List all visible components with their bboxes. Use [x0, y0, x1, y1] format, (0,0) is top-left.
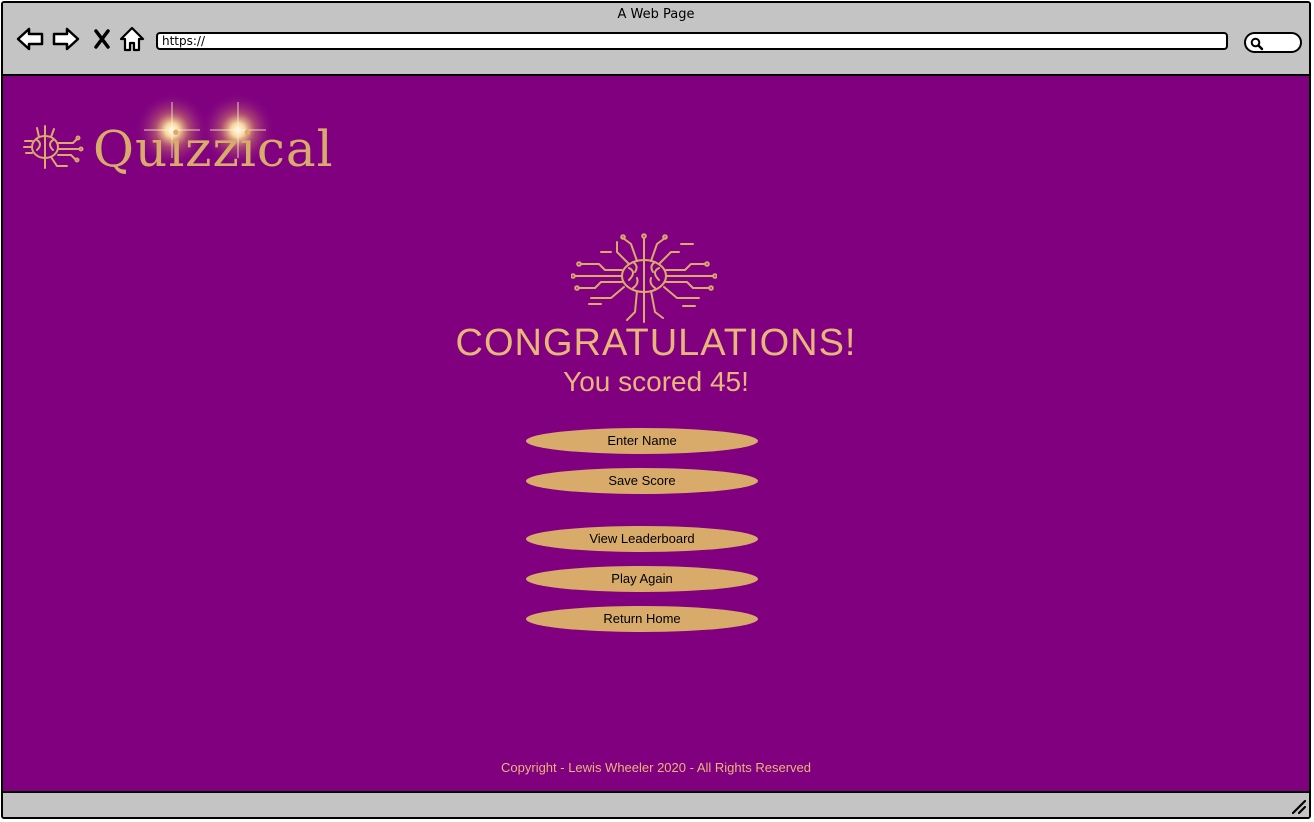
- logo-brain-icon: [23, 125, 84, 169]
- search-button[interactable]: [1244, 32, 1302, 53]
- footer-copyright: Copyright - Lewis Wheeler 2020 - All Rig…: [501, 760, 811, 775]
- logo-wordmark: Quizzical: [93, 120, 334, 178]
- home-icon[interactable]: [117, 25, 147, 53]
- score-text: You scored 45!: [563, 366, 749, 397]
- congratulations-heading: CONGRATULATIONS!: [455, 322, 857, 364]
- url-input[interactable]: https://: [156, 32, 1228, 50]
- circuit-brain-icon: [571, 233, 717, 323]
- page-content: Quizzical CONGRATULATIONS! You scored 45…: [3, 76, 1309, 793]
- view-leaderboard-button[interactable]: View Leaderboard: [526, 526, 758, 552]
- forward-arrow-icon[interactable]: [51, 25, 81, 53]
- enter-name-input[interactable]: Enter Name: [526, 428, 758, 454]
- close-icon[interactable]: [87, 25, 117, 53]
- browser-window: A Web Page https:// Quizzical CONGRATULA…: [1, 1, 1311, 819]
- search-icon: [1250, 37, 1264, 51]
- site-logo[interactable]: Quizzical: [23, 88, 333, 188]
- resize-grip-icon[interactable]: [1289, 797, 1307, 815]
- return-home-button[interactable]: Return Home: [526, 606, 758, 632]
- window-title: A Web Page: [617, 7, 695, 22]
- browser-statusbar: [3, 791, 1309, 817]
- save-score-button[interactable]: Save Score: [526, 468, 758, 494]
- play-again-button[interactable]: Play Again: [526, 566, 758, 592]
- browser-titlebar: A Web Page https://: [3, 3, 1309, 76]
- back-arrow-icon[interactable]: [15, 25, 45, 53]
